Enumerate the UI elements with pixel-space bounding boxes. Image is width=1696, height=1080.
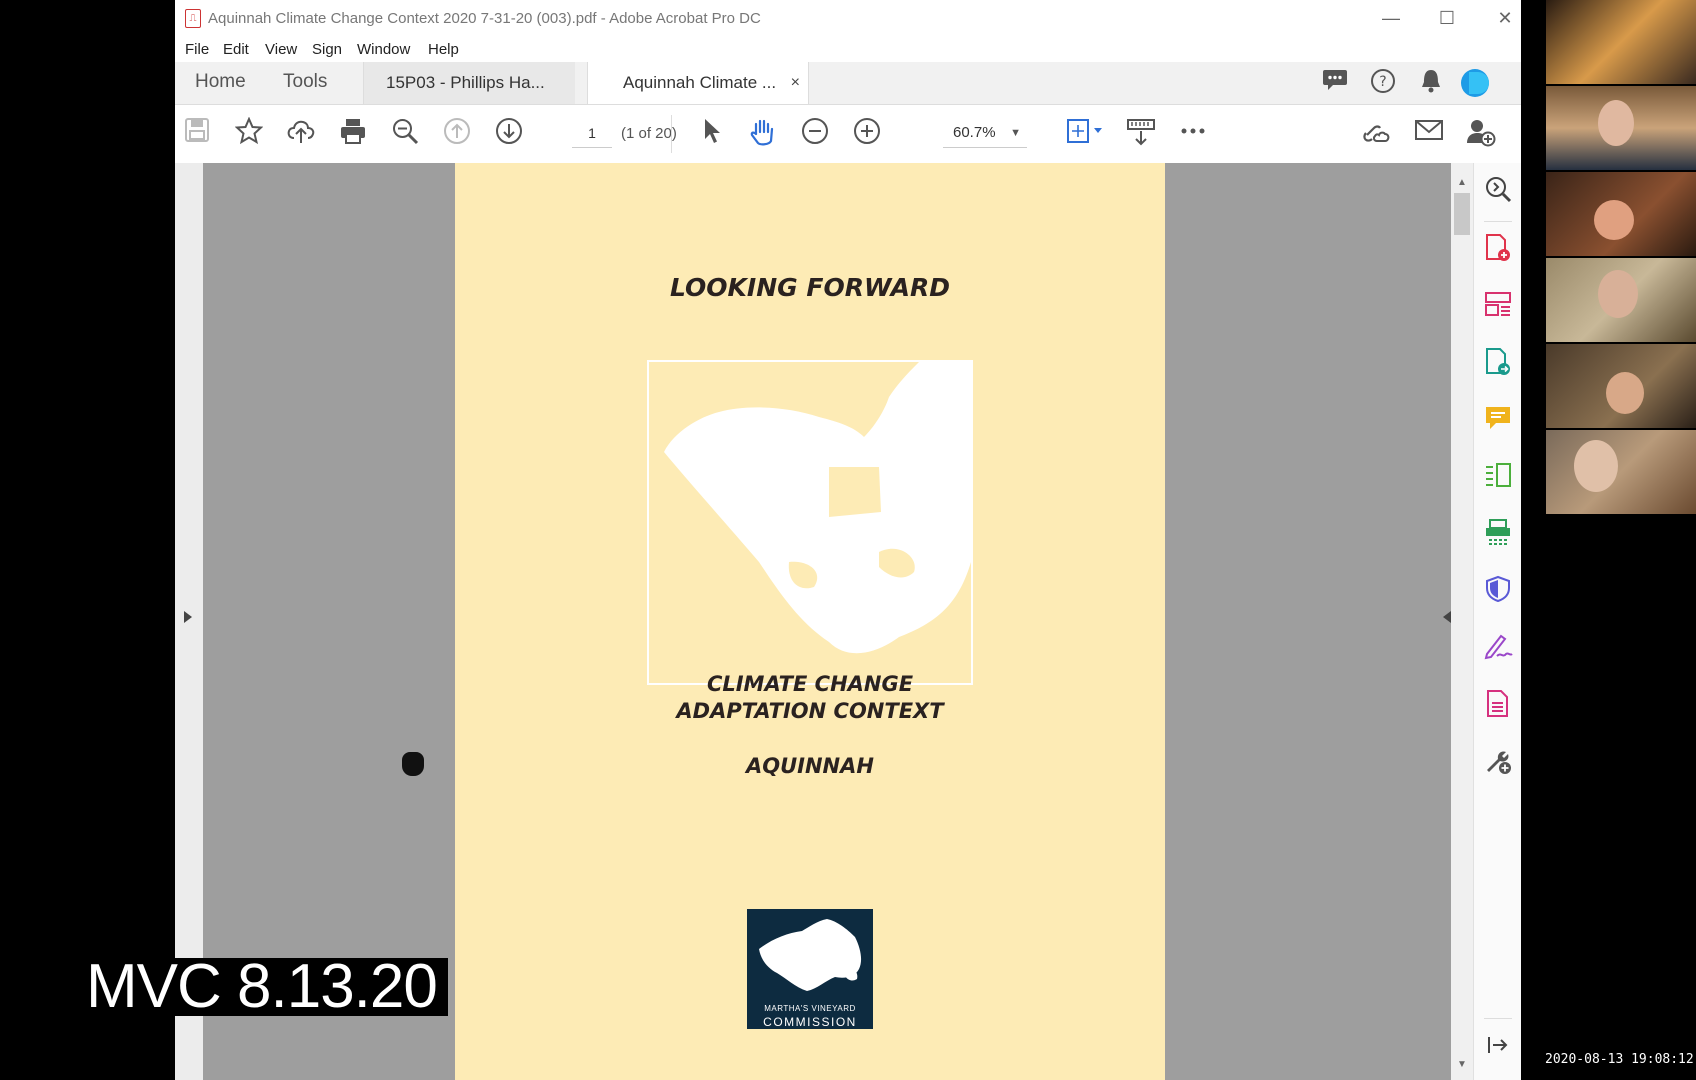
page-count: (1 of 20)	[621, 125, 677, 142]
scroll-up-icon[interactable]: ▲	[1457, 177, 1467, 188]
participant-video-4	[1546, 258, 1696, 342]
hand-tool-icon[interactable]	[745, 117, 781, 151]
zoom-in-icon[interactable]	[849, 117, 885, 151]
zoom-search-icon[interactable]	[387, 117, 423, 151]
collapse-tools-pane-icon[interactable]	[1482, 1033, 1514, 1065]
bookmark-star-icon[interactable]	[231, 116, 267, 151]
document-tab-active[interactable]: Aquinnah Climate ... ×	[587, 62, 809, 104]
document-tab[interactable]: 15P03 - Phillips Ha...	[363, 62, 575, 104]
close-window-button[interactable]: ✕	[1485, 4, 1521, 32]
export-pdf-icon[interactable]	[1482, 347, 1514, 379]
fill-sign-icon[interactable]	[1482, 632, 1514, 664]
logo-text-line-2: COMMISSION	[763, 1015, 857, 1029]
vertical-scrollbar[interactable]: ▲ ▼	[1451, 163, 1473, 1080]
compare-icon[interactable]	[1482, 461, 1514, 493]
expand-left-panel-icon[interactable]	[184, 611, 192, 623]
participant-face	[1574, 440, 1618, 492]
chevron-down-icon: ▼	[1010, 127, 1021, 139]
participant-face	[1598, 100, 1634, 146]
zoom-value: 60.7%	[953, 124, 996, 141]
comment-bubble-icon[interactable]	[1317, 68, 1353, 98]
tools-tab[interactable]: Tools	[283, 71, 327, 93]
save-icon[interactable]	[179, 117, 215, 151]
participant-face	[1594, 200, 1634, 240]
maximize-button[interactable]: ☐	[1427, 4, 1467, 32]
print-icon[interactable]	[335, 117, 371, 151]
select-cursor-icon[interactable]	[693, 117, 729, 151]
cloud-upload-icon[interactable]	[283, 117, 319, 151]
participant-face	[1598, 270, 1638, 318]
title-bar: ⎍ Aquinnah Climate Change Context 2020 7…	[175, 0, 1521, 36]
panel-divider	[1484, 1018, 1512, 1019]
participant-video-6	[1546, 430, 1696, 514]
left-panel-collapsed[interactable]	[175, 163, 203, 1080]
scan-icon[interactable]	[1482, 518, 1514, 550]
edit-pdf-icon[interactable]	[1482, 689, 1514, 721]
add-user-icon[interactable]	[1463, 117, 1499, 151]
menu-file[interactable]: File	[185, 41, 209, 58]
mvc-logo: MARTHA'S VINEYARD COMMISSION	[747, 909, 873, 1029]
tools-pane	[1473, 163, 1521, 1080]
scroll-mode-icon[interactable]	[1123, 117, 1159, 151]
title-line-1: CLIMATE CHANGE	[706, 672, 914, 696]
recording-timestamp: 2020-08-13 19:08:12	[1545, 1052, 1694, 1067]
toolbar: 1 (1 of 20) 60.7% ▼	[175, 105, 1521, 164]
collapse-right-panel-icon[interactable]	[1443, 611, 1451, 623]
protect-icon[interactable]	[1482, 575, 1514, 607]
more-tools-icon[interactable]	[1482, 746, 1514, 778]
menu-sign[interactable]: Sign	[312, 41, 342, 58]
menu-bar: File Edit View Sign Window Help	[175, 36, 1521, 62]
home-tab[interactable]: Home	[195, 71, 246, 93]
tab-bar: Home Tools 15P03 - Phillips Ha... Aquinn…	[175, 62, 1521, 105]
pdf-page: LOOKING FORWARD CLIMATE CHANGE ADAPTATIO…	[455, 163, 1165, 1080]
acrobat-window: ⎍ Aquinnah Climate Change Context 2020 7…	[175, 0, 1521, 1080]
title-line-2: ADAPTATION CONTEXT	[676, 699, 944, 723]
zoom-level-select[interactable]: 60.7% ▼	[943, 119, 1027, 148]
logo-text-line-1: MARTHA'S VINEYARD	[764, 1004, 856, 1013]
zoom-icon[interactable]	[1482, 175, 1514, 207]
town-name: AQUINNAH	[746, 754, 874, 778]
next-page-icon[interactable]	[491, 117, 527, 151]
page-number-input[interactable]: 1	[572, 119, 612, 148]
participant-video-2	[1546, 86, 1696, 170]
user-avatar[interactable]	[1461, 69, 1489, 97]
more-icon[interactable]	[1175, 117, 1211, 151]
prev-page-icon[interactable]	[439, 117, 475, 151]
email-icon[interactable]	[1411, 117, 1447, 151]
panel-divider	[1484, 221, 1512, 222]
participant-video-3	[1546, 172, 1696, 256]
meeting-watermark: MVC 8.13.20	[86, 956, 448, 1018]
minimize-button[interactable]: —	[1371, 4, 1411, 32]
participant-video-5	[1546, 344, 1696, 428]
pdf-file-icon: ⎍	[185, 9, 201, 28]
organize-pages-icon[interactable]	[1482, 290, 1514, 322]
zoom-out-icon[interactable]	[797, 117, 833, 151]
menu-help[interactable]: Help	[428, 41, 459, 58]
tab-label: 15P03 - Phillips Ha...	[386, 73, 545, 92]
menu-window[interactable]: Window	[357, 41, 410, 58]
share-link-icon[interactable]	[1359, 117, 1395, 151]
aquinnah-map-image	[647, 360, 973, 685]
page-heading: LOOKING FORWARD	[670, 273, 950, 302]
svg-text:?: ?	[1379, 74, 1386, 90]
help-icon[interactable]: ?	[1365, 68, 1401, 98]
menu-view[interactable]: View	[265, 41, 297, 58]
toolbar-divider	[671, 115, 672, 153]
close-tab-icon[interactable]: ×	[791, 62, 800, 104]
scrollbar-thumb[interactable]	[1454, 193, 1470, 235]
participant-face	[1606, 372, 1644, 414]
menu-edit[interactable]: Edit	[223, 41, 249, 58]
participant-video-1	[1546, 0, 1696, 84]
create-pdf-icon[interactable]	[1482, 233, 1514, 265]
hand-cursor	[402, 752, 424, 776]
comment-icon[interactable]	[1482, 404, 1514, 436]
tab-label: Aquinnah Climate ...	[623, 73, 777, 92]
window-title: Aquinnah Climate Change Context 2020 7-3…	[208, 10, 761, 27]
fit-page-icon[interactable]	[1063, 117, 1107, 151]
scroll-down-icon[interactable]: ▼	[1457, 1059, 1467, 1070]
bell-icon[interactable]	[1413, 68, 1449, 98]
